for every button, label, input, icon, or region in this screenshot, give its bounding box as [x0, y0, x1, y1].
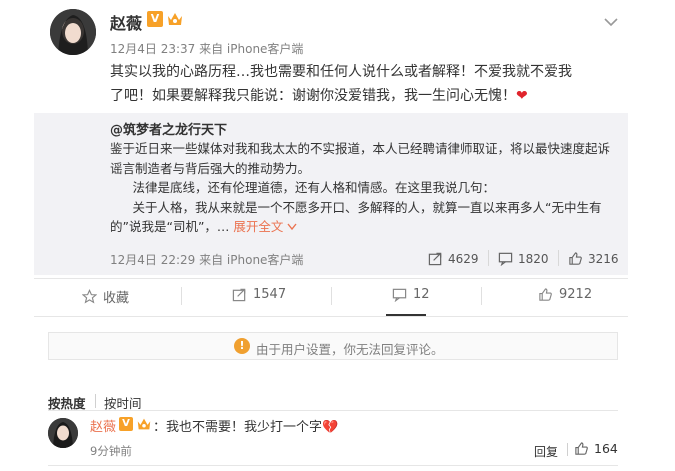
like-count: 9212	[559, 287, 593, 302]
repost-like-count[interactable]: 3216	[568, 251, 619, 266]
comment-like-count: 164	[594, 441, 618, 456]
star-icon	[82, 289, 97, 304]
repost-share-count-value: 4629	[448, 251, 479, 266]
repost-button[interactable]: 1547	[232, 287, 286, 302]
repost-author[interactable]: @筑梦者之龙行天下	[110, 119, 227, 138]
comment-like-button[interactable]: 164	[574, 441, 618, 456]
heart-emoji: ❤	[516, 88, 528, 104]
comment-icon	[392, 288, 407, 302]
repost-comment-count[interactable]: 1820	[498, 251, 549, 266]
comment-button[interactable]: 12	[392, 287, 430, 302]
member-crown-icon	[166, 10, 184, 28]
chevron-down-icon	[287, 223, 297, 231]
divider	[488, 250, 489, 266]
notice-text: 由于用户设置，你无法回复评论。	[256, 342, 444, 357]
divider	[95, 394, 96, 408]
repost-paragraph-text: 关于人格，我从来就是一个不愿多开口、多解释的人，就算一直以来再多人“无中生有的”…	[110, 199, 602, 235]
weibo-post-page: 赵薇 V 12月4日 23:37 来自 iPhone客户端 其实以我的心路历程……	[0, 0, 675, 471]
thumb-up-icon	[539, 288, 552, 301]
divider	[181, 287, 182, 305]
author-avatar[interactable]	[50, 9, 96, 55]
chevron-down-icon[interactable]	[604, 12, 618, 27]
divider	[34, 316, 628, 317]
comment-count: 12	[413, 287, 430, 302]
like-button[interactable]: 9212	[538, 287, 592, 302]
repost-count: 1547	[253, 287, 287, 302]
repost-meta: 12月4日 22:29 来自 iPhone客户端	[110, 253, 304, 267]
expand-full-text-link[interactable]: 展开全文	[233, 219, 297, 234]
repost-paragraph: 法律是底线，还有伦理道德，还有人格和情感。在这里我说几句：	[132, 180, 496, 195]
post-body: 其实以我的心路历程…我也需要和任何人说什么或者解释！不爱我就不爱我了吧！如果要解…	[110, 64, 572, 104]
repost-comment-count-value: 1820	[518, 251, 549, 266]
warning-icon: !	[234, 338, 250, 354]
verified-badge: V	[119, 417, 133, 431]
divider	[481, 287, 482, 305]
divider	[331, 287, 332, 305]
repost-paragraph: 鉴于近日来一些媒体对我和我太太的不实报道，本人已经聘请律师取证，将以最快速度起诉…	[110, 141, 611, 176]
divider	[567, 443, 568, 456]
repost-text: 鉴于近日来一些媒体对我和我太太的不实报道，本人已经聘请律师取证，将以最快速度起诉…	[110, 139, 620, 237]
divider	[34, 278, 628, 279]
repost-paragraph: 关于人格，我从来就是一个不愿多开口、多解释的人，就算一直以来再多人“无中生有的”…	[110, 198, 620, 237]
member-crown-icon	[136, 416, 152, 432]
divider	[48, 410, 618, 411]
divider	[48, 465, 618, 466]
post-text: 其实以我的心路历程…我也需要和任何人说什么或者解释！不爱我就不爱我了吧！如果要解…	[110, 60, 580, 108]
repost-share-count[interactable]: 4629	[428, 251, 479, 266]
favorite-label: 收藏	[103, 291, 130, 306]
share-icon	[428, 252, 442, 266]
post-meta: 12月4日 23:37 来自 iPhone客户端	[110, 42, 304, 56]
share-icon	[232, 288, 246, 302]
comment-avatar[interactable]	[48, 418, 78, 448]
reply-button[interactable]: 回复	[534, 443, 558, 460]
broken-heart-emoji: 💔	[322, 420, 339, 435]
divider	[558, 250, 559, 266]
thumb-up-icon	[575, 442, 588, 455]
thumb-up-icon	[569, 252, 582, 265]
comment-text: ：我也不需要！我少打一个字💔	[153, 416, 338, 435]
expand-label[interactable]: 展开全文	[233, 219, 283, 234]
verified-badge: V	[147, 11, 163, 27]
comment-author[interactable]: 赵薇	[90, 416, 116, 435]
comment-time: 9分钟前	[90, 444, 132, 458]
repost-like-count-value: 3216	[588, 251, 619, 266]
author-name[interactable]: 赵薇	[110, 10, 142, 34]
comment-body: ：我也不需要！我少打一个字	[153, 420, 323, 435]
favorite-button[interactable]: 收藏	[82, 287, 129, 306]
comment-icon	[498, 252, 513, 266]
